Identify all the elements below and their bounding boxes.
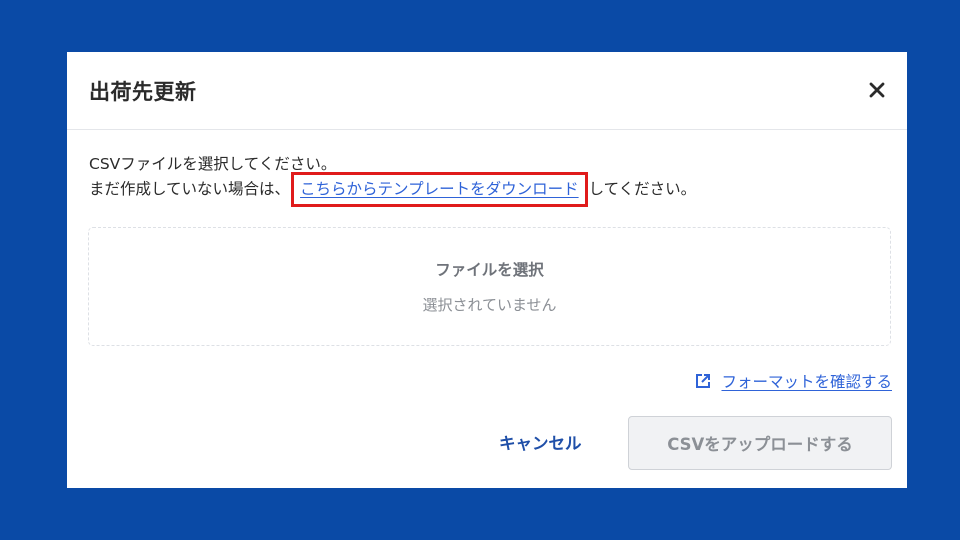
cancel-button[interactable]: キャンセル [499,430,582,454]
format-check-label: フォーマットを確認する [721,373,892,391]
file-drop-zone[interactable]: ファイルを選択 選択されていません [88,227,891,346]
upload-csv-button[interactable]: CSVをアップロードする [628,416,892,470]
template-download-link[interactable]: こちらからテンプレートをダウンロード [291,172,588,207]
close-button[interactable] [865,78,889,102]
update-destination-dialog: 出荷先更新 CSVファイルを選択してください。 まだ作成していない場合は、 こち… [67,52,907,488]
instruction-suffix: してください。 [588,180,697,198]
file-select-status: 選択されていません [422,296,557,314]
dialog-header: 出荷先更新 [67,52,907,130]
file-select-label: ファイルを選択 [435,261,544,279]
format-check-link[interactable]: フォーマットを確認する [694,370,892,392]
instruction-prefix: まだ作成していない場合は、 [89,180,291,198]
close-icon [869,82,885,98]
instruction-line-2: まだ作成していない場合は、 こちらからテンプレートをダウンロード してください。 [89,172,697,207]
dialog-title: 出荷先更新 [89,80,197,104]
instructions: CSVファイルを選択してください。 まだ作成していない場合は、 こちらからテンプ… [89,152,697,207]
external-link-icon [696,374,711,388]
instruction-line-1: CSVファイルを選択してください。 [89,155,337,173]
